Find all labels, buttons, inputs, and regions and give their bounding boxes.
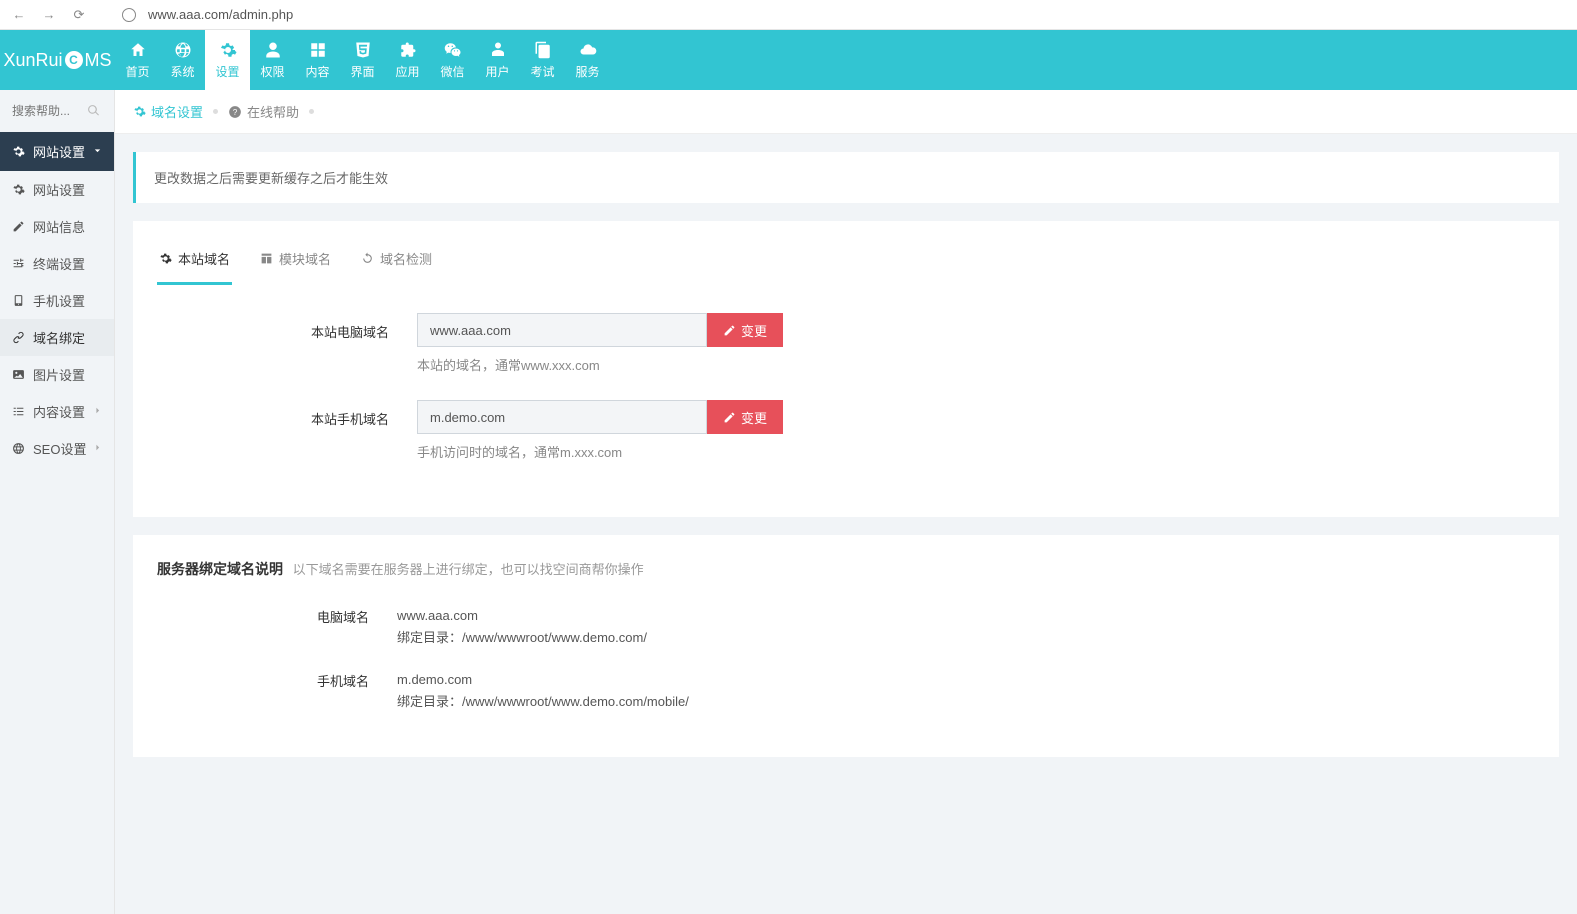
change-pc-domain-button[interactable]: 变更 [707, 313, 783, 347]
logo[interactable]: XunRuiCMS [0, 30, 115, 90]
topnav-label: 系统 [170, 63, 194, 80]
tab-label: 域名检测 [380, 249, 432, 268]
info-label: 手机域名 [157, 669, 397, 690]
logo-suffix: MS [85, 50, 112, 71]
info-value: www.aaa.com绑定目录：/www/wwwroot/www.demo.co… [397, 605, 647, 649]
topnav-label: 应用 [395, 63, 419, 80]
sidebar-item-label: 网站信息 [33, 217, 85, 236]
button-label: 变更 [741, 408, 767, 427]
tab-cog[interactable]: 本站域名 [157, 239, 232, 285]
main-content: 域名设置 在线帮助 更改数据之后需要更新缓存之后才能生效 本站域名 模块域名 域名检… [115, 90, 1577, 914]
topnav-label: 服务 [575, 63, 599, 80]
chevron-right-icon [91, 441, 104, 457]
sidebar-item-image[interactable]: 图片设置 [0, 356, 114, 393]
topnav-label: 微信 [440, 63, 464, 80]
topnav-home[interactable]: 首页 [115, 30, 160, 90]
topnav-label: 权限 [260, 63, 284, 80]
topnav-label: 用户 [485, 63, 509, 80]
tabs: 本站域名 模块域名 域名检测 [157, 221, 1535, 285]
chevron-down-icon [91, 144, 104, 160]
tab-label: 模块域名 [279, 249, 331, 268]
top-header: XunRuiCMS 首页 系统 设置 权限 内容 界面 应用 微信 用户 考试 服务 [0, 30, 1577, 90]
topnav-html5[interactable]: 界面 [340, 30, 385, 90]
search-icon [87, 104, 100, 120]
sidebar-group-site-settings[interactable]: 网站设置 [0, 132, 114, 171]
sidebar-item-label: SEO设置 [33, 439, 86, 458]
topnav-copy[interactable]: 考试 [520, 30, 565, 90]
breadcrumb-help[interactable]: 在线帮助 [228, 102, 299, 121]
breadcrumb: 域名设置 在线帮助 [115, 90, 1577, 134]
info-label: 电脑域名 [157, 605, 397, 626]
breadcrumb-separator [309, 109, 314, 114]
topnav-person[interactable]: 用户 [475, 30, 520, 90]
reload-button[interactable]: ⟳ [70, 6, 88, 24]
form-label: 本站电脑域名 [157, 313, 417, 341]
topnav-label: 内容 [305, 63, 329, 80]
sidebar-item-label: 网站设置 [33, 180, 85, 199]
topnav-cog[interactable]: 设置 [205, 30, 250, 90]
help-text: 本站的域名，通常www.xxx.com [417, 355, 783, 374]
button-label: 变更 [741, 321, 767, 340]
domain-panel: 本站域名 模块域名 域名检测 本站电脑域名 变更 本站的域名，通常www.xxx.c… [133, 221, 1559, 517]
sidebar-item-sliders[interactable]: 终端设置 [0, 245, 114, 282]
sidebar-item-label: 手机设置 [33, 291, 85, 310]
sidebar-item-label: 图片设置 [33, 365, 85, 384]
pc-domain-input[interactable] [417, 313, 707, 347]
tab-label: 本站域名 [178, 249, 230, 268]
breadcrumb-separator [213, 109, 218, 114]
info-alert: 更改数据之后需要更新缓存之后才能生效 [133, 152, 1559, 203]
sidebar-item-label: 内容设置 [33, 402, 85, 421]
change-mobile-domain-button[interactable]: 变更 [707, 400, 783, 434]
sidebar-item-edit[interactable]: 网站信息 [0, 208, 114, 245]
forward-button[interactable]: → [40, 6, 58, 24]
form-row-mobile-domain: 本站手机域名 变更 手机访问时的域名，通常m.xxx.com [157, 400, 1535, 461]
sidebar-item-label: 域名绑定 [33, 328, 85, 347]
section-subtitle: 以下域名需要在服务器上进行绑定，也可以找空间商帮你操作 [293, 562, 644, 577]
topnav-user[interactable]: 权限 [250, 30, 295, 90]
tab-refresh[interactable]: 域名检测 [359, 239, 434, 285]
sidebar-search [0, 90, 114, 132]
browser-toolbar: ← → ⟳ www.aaa.com/admin.php [0, 0, 1577, 30]
form-label: 本站手机域名 [157, 400, 417, 428]
topnav-wechat[interactable]: 微信 [430, 30, 475, 90]
section-title: 服务器绑定域名说明 [157, 561, 283, 577]
logo-prefix: XunRui [3, 50, 62, 71]
breadcrumb-label: 在线帮助 [247, 102, 299, 121]
info-value: m.demo.com绑定目录：/www/wwwroot/www.demo.com… [397, 669, 689, 713]
sidebar-group-label: 网站设置 [33, 142, 85, 161]
breadcrumb-domain-settings[interactable]: 域名设置 [133, 102, 203, 121]
topnav-grid[interactable]: 内容 [295, 30, 340, 90]
topnav-globe[interactable]: 系统 [160, 30, 205, 90]
chevron-right-icon [91, 404, 104, 420]
server-info-row: 手机域名m.demo.com绑定目录：/www/wwwroot/www.demo… [157, 669, 1535, 713]
sidebar-item-mobile[interactable]: 手机设置 [0, 282, 114, 319]
breadcrumb-label: 域名设置 [151, 102, 203, 121]
topnav-label: 设置 [215, 63, 239, 80]
tab-table[interactable]: 模块域名 [258, 239, 333, 285]
sidebar-item-list[interactable]: 内容设置 [0, 393, 114, 430]
topnav-cloud[interactable]: 服务 [565, 30, 610, 90]
top-nav: 首页 系统 设置 权限 内容 界面 应用 微信 用户 考试 服务 [115, 30, 610, 90]
sidebar-item-cog[interactable]: 网站设置 [0, 171, 114, 208]
form-row-pc-domain: 本站电脑域名 变更 本站的域名，通常www.xxx.com [157, 313, 1535, 374]
back-button[interactable]: ← [10, 6, 28, 24]
topnav-puzzle[interactable]: 应用 [385, 30, 430, 90]
topnav-label: 考试 [530, 63, 554, 80]
mobile-domain-input[interactable] [417, 400, 707, 434]
domain-form: 本站电脑域名 变更 本站的域名，通常www.xxx.com 本站手机 [157, 285, 1535, 461]
server-bind-panel: 服务器绑定域名说明 以下域名需要在服务器上进行绑定，也可以找空间商帮你操作 电脑… [133, 535, 1559, 757]
address-bar[interactable]: www.aaa.com/admin.php [148, 7, 293, 22]
topnav-label: 首页 [125, 63, 149, 80]
server-info-row: 电脑域名www.aaa.com绑定目录：/www/wwwroot/www.dem… [157, 605, 1535, 649]
sidebar: 网站设置 网站设置网站信息终端设置手机设置域名绑定图片设置内容设置 SEO设置 [0, 90, 115, 914]
sidebar-item-label: 终端设置 [33, 254, 85, 273]
site-info-icon[interactable] [122, 8, 136, 22]
sidebar-item-globe2[interactable]: SEO设置 [0, 430, 114, 467]
topnav-label: 界面 [350, 63, 374, 80]
help-text: 手机访问时的域名，通常m.xxx.com [417, 442, 783, 461]
sidebar-item-link[interactable]: 域名绑定 [0, 319, 114, 356]
